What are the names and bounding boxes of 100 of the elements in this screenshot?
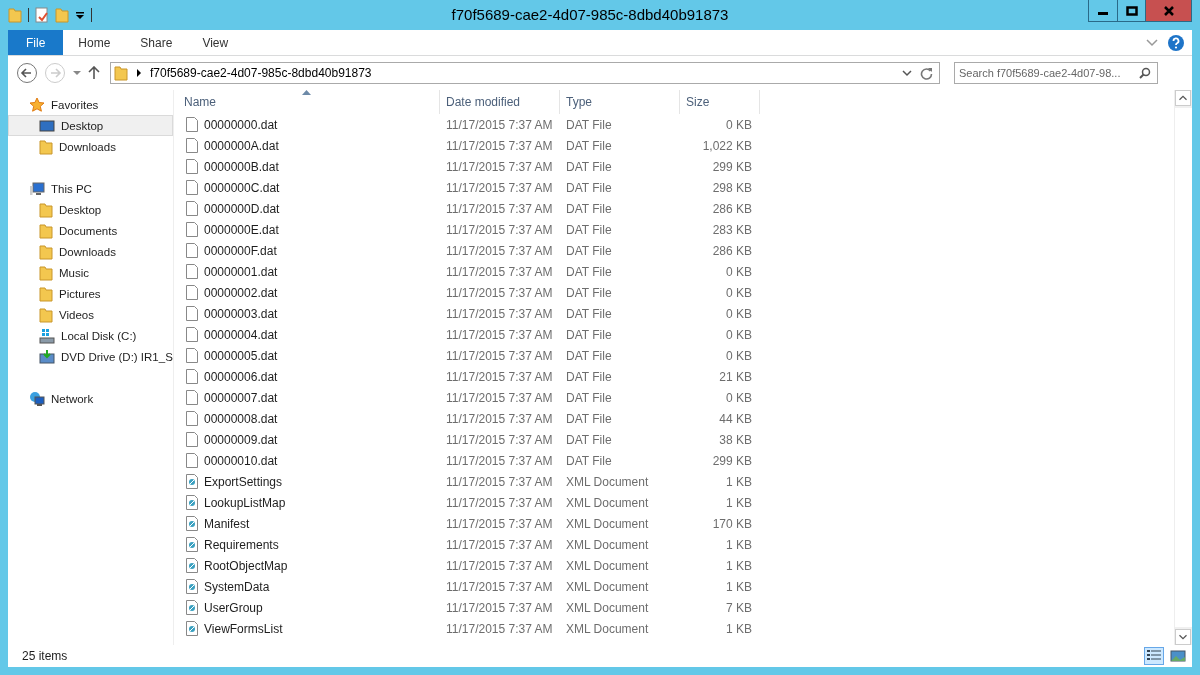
type-cell-text: XML Document bbox=[565, 600, 650, 615]
file-name-cell[interactable]: 00000008.dat bbox=[178, 411, 440, 426]
column-header[interactable]: Type bbox=[560, 90, 680, 114]
scroll-up-icon[interactable] bbox=[1175, 90, 1191, 106]
file-name-cell[interactable]: Requirements bbox=[178, 537, 440, 552]
ribbon-tab[interactable]: File bbox=[8, 30, 64, 55]
xml-file-icon bbox=[186, 579, 198, 594]
size-cell-text: 299 KB bbox=[711, 453, 753, 468]
scroll-down-icon[interactable] bbox=[1175, 629, 1191, 645]
date-cell-text: 11/17/2015 7:37 AM bbox=[445, 495, 554, 510]
sidebar-item[interactable]: Desktop bbox=[8, 115, 173, 136]
file-name-cell[interactable]: UserGroup bbox=[178, 600, 440, 615]
sidebar-item[interactable]: Music bbox=[8, 262, 173, 283]
file-name-cell[interactable]: 00000009.dat bbox=[178, 432, 440, 447]
dvd-drive-icon bbox=[39, 348, 55, 365]
type-cell-text: DAT File bbox=[565, 348, 613, 363]
monitor-icon bbox=[39, 118, 55, 133]
up-arrow-icon[interactable] bbox=[88, 66, 100, 80]
sidebar-item[interactable]: Documents bbox=[8, 220, 173, 241]
sidebar-item[interactable]: This PC bbox=[8, 178, 173, 199]
type-cell-text: DAT File bbox=[565, 243, 613, 258]
sidebar-item[interactable]: Desktop bbox=[8, 199, 173, 220]
file-icon bbox=[186, 243, 198, 258]
date-cell-text: 11/17/2015 7:37 AM bbox=[445, 432, 554, 447]
refresh-icon[interactable] bbox=[920, 66, 933, 80]
type-cell-text: DAT File bbox=[565, 159, 613, 174]
window-title: f70f5689-cae2-4d07-985c-8dbd40b91873 bbox=[451, 6, 729, 23]
type-cell-text: XML Document bbox=[565, 537, 650, 552]
large-icons-view-button[interactable] bbox=[1168, 647, 1188, 665]
file-name-cell[interactable]: 00000006.dat bbox=[178, 369, 440, 384]
type-cell-text: DAT File bbox=[565, 180, 613, 195]
search-field[interactable]: Search f70f5689-cae2-4d07-98... bbox=[955, 67, 1139, 79]
file-name-cell[interactable]: ViewFormsList bbox=[178, 621, 440, 636]
address-bar[interactable]: f70f5689-cae2-4d07-985c-8dbd40b91873 bbox=[110, 62, 940, 84]
ribbon-tab[interactable]: Home bbox=[63, 30, 126, 55]
file-name-cell[interactable]: 00000010.dat bbox=[178, 453, 440, 468]
size-cell-text: 1 KB bbox=[725, 474, 753, 489]
file-name-cell[interactable]: 00000001.dat bbox=[178, 264, 440, 279]
sidebar-item[interactable]: Local Disk (C:) bbox=[8, 325, 173, 346]
folder-icon bbox=[39, 243, 53, 260]
file-icon bbox=[186, 138, 198, 153]
file-name-cell[interactable]: LookupListMap bbox=[178, 495, 440, 510]
sidebar-item[interactable]: Pictures bbox=[8, 283, 173, 304]
ribbon-tab[interactable]: View bbox=[187, 30, 244, 55]
file-icon bbox=[186, 201, 198, 216]
help-icon[interactable] bbox=[1168, 34, 1184, 51]
back-icon[interactable] bbox=[16, 62, 38, 84]
column-header[interactable]: Date modified bbox=[440, 90, 560, 114]
details-view-button[interactable] bbox=[1144, 647, 1164, 665]
close-button[interactable] bbox=[1145, 0, 1191, 21]
file-name-cell[interactable]: 0000000F.dat bbox=[178, 243, 440, 258]
file-name-cell[interactable]: ExportSettings bbox=[178, 474, 440, 489]
xml-file-icon bbox=[186, 474, 198, 489]
type-cell-text: DAT File bbox=[565, 369, 613, 384]
ribbon-tab[interactable]: Share bbox=[125, 30, 188, 55]
sidebar-item[interactable]: Videos bbox=[8, 304, 173, 325]
search-icon[interactable] bbox=[1139, 67, 1151, 79]
file-name-cell[interactable]: RootObjectMap bbox=[178, 558, 440, 573]
caret-icon[interactable] bbox=[136, 69, 142, 77]
type-cell-text: XML Document bbox=[565, 558, 650, 573]
sidebar-item[interactable]: Downloads bbox=[8, 136, 173, 157]
file-name-cell[interactable]: 00000004.dat bbox=[178, 327, 440, 342]
sidebar-item[interactable]: Downloads bbox=[8, 241, 173, 262]
file-name-cell[interactable]: 0000000E.dat bbox=[178, 222, 440, 237]
sort-arrow-icon bbox=[302, 90, 311, 95]
chevron-down-icon[interactable] bbox=[902, 69, 912, 77]
file-name-cell[interactable]: 0000000A.dat bbox=[178, 138, 440, 153]
xml-file-icon bbox=[186, 516, 198, 531]
file-name-cell[interactable]: 00000002.dat bbox=[178, 285, 440, 300]
sidebar-item[interactable]: Favorites bbox=[8, 94, 173, 115]
search-box[interactable]: Search f70f5689-cae2-4d07-98... bbox=[954, 62, 1158, 84]
column-header[interactable]: Name bbox=[178, 90, 440, 114]
dropdown-icon[interactable] bbox=[75, 10, 85, 20]
sidebar-item[interactable]: Network bbox=[8, 388, 173, 409]
date-cell-text: 11/17/2015 7:37 AM bbox=[445, 390, 554, 405]
file-name-cell[interactable]: 00000007.dat bbox=[178, 390, 440, 405]
properties-icon[interactable] bbox=[35, 7, 49, 23]
file-name-cell[interactable]: 0000000C.dat bbox=[178, 180, 440, 195]
file-name-cell[interactable]: 0000000D.dat bbox=[178, 201, 440, 216]
file-name-cell[interactable]: 00000003.dat bbox=[178, 306, 440, 321]
file-name-cell[interactable]: 00000005.dat bbox=[178, 348, 440, 363]
sidebar-item[interactable]: DVD Drive (D:) IR1_S bbox=[8, 346, 173, 367]
size-cell-text: 286 KB bbox=[711, 201, 753, 216]
file-name-cell[interactable]: 00000000.dat bbox=[178, 117, 440, 132]
date-cell-text: 11/17/2015 7:37 AM bbox=[445, 117, 554, 132]
date-cell-text: 11/17/2015 7:37 AM bbox=[445, 159, 554, 174]
date-cell-text: 11/17/2015 7:37 AM bbox=[445, 453, 554, 468]
folder-icon bbox=[39, 306, 53, 323]
file-name-cell[interactable]: 0000000B.dat bbox=[178, 159, 440, 174]
type-cell-text: DAT File bbox=[565, 138, 613, 153]
file-name-cell[interactable]: Manifest bbox=[178, 516, 440, 531]
scrollbar[interactable] bbox=[1174, 90, 1192, 645]
date-cell-text: 11/17/2015 7:37 AM bbox=[445, 537, 554, 552]
folder-icon bbox=[39, 201, 53, 218]
file-icon bbox=[186, 222, 198, 237]
file-name-cell[interactable]: SystemData bbox=[178, 579, 440, 594]
date-cell-text: 11/17/2015 7:37 AM bbox=[445, 243, 554, 258]
size-cell-text: 0 KB bbox=[725, 306, 753, 321]
type-cell-text: XML Document bbox=[565, 516, 650, 531]
column-header[interactable]: Size bbox=[680, 90, 760, 114]
